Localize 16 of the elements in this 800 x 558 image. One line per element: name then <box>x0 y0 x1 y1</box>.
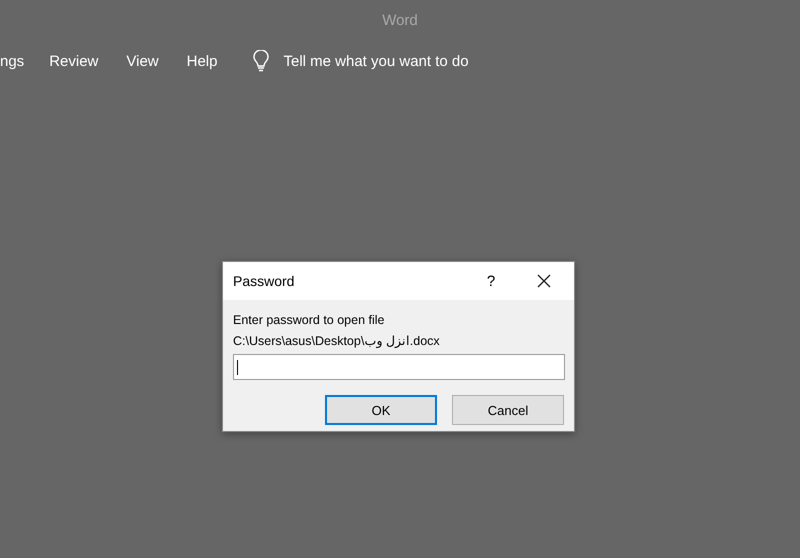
ribbon-tab[interactable]: View <box>126 52 159 70</box>
ribbon-tab[interactable]: ngs <box>0 52 24 70</box>
dialog-title: Password <box>233 273 296 289</box>
close-icon <box>537 274 551 288</box>
tell-me-search[interactable]: Tell me what you want to do <box>283 52 469 70</box>
ribbon-tab[interactable]: Review <box>49 52 98 70</box>
dialog-button[interactable]: Cancel <box>452 395 564 425</box>
file-path: C:\Users\asus\Desktop\انزل وب.docx <box>233 333 441 350</box>
help-button[interactable]: ? <box>468 262 514 300</box>
password-field[interactable] <box>233 354 565 380</box>
text-cursor <box>237 360 238 374</box>
prompt-text: Enter password to open file <box>233 312 386 329</box>
window-title: Word <box>382 12 418 28</box>
dialog-button[interactable]: OK <box>325 395 437 425</box>
ribbon-tab[interactable]: Help <box>186 52 218 70</box>
lightbulb-icon <box>253 50 270 72</box>
